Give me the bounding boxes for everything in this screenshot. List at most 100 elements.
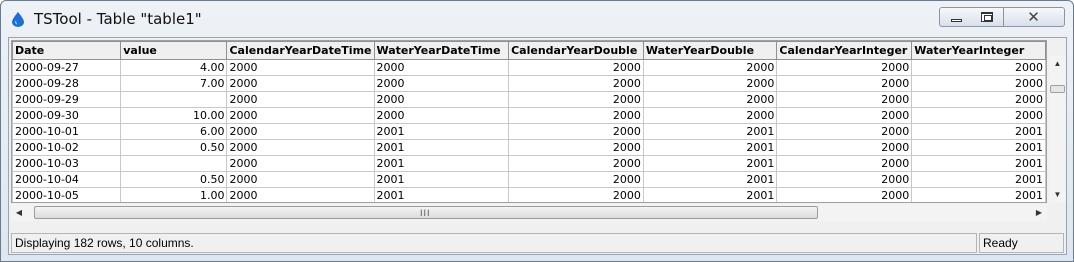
- column-header[interactable]: WaterYearDateTime: [373, 41, 510, 60]
- table-cell[interactable]: 2000-09-30: [12, 107, 122, 124]
- table-cell[interactable]: 2001: [911, 171, 1046, 188]
- table-cell[interactable]: 2000-10-05: [12, 187, 122, 202]
- column-header[interactable]: CalendarYearDouble: [508, 41, 644, 60]
- table-cell[interactable]: 1.00: [120, 187, 228, 202]
- table-cell[interactable]: 2000: [226, 107, 375, 124]
- table-cell[interactable]: [120, 155, 228, 172]
- table-cell[interactable]: 2000-10-03: [12, 155, 122, 172]
- table-row[interactable]: 2000-09-27 4.00 2000 2000 2000 2000 2000 2000: [12, 59, 1046, 76]
- table-cell[interactable]: 2001: [642, 155, 778, 172]
- table-row[interactable]: 2000-09-28 7.00 2000 2000 2000 2000 2000 2000: [12, 75, 1046, 92]
- table-cell[interactable]: 2001: [373, 187, 510, 202]
- table-cell[interactable]: 2000: [508, 171, 644, 188]
- table-cell[interactable]: 2001: [911, 155, 1046, 172]
- table-cell[interactable]: 2000: [508, 139, 644, 156]
- column-header[interactable]: value: [120, 41, 228, 60]
- table-row[interactable]: 2000-09-29 2000 2000 2000 2000 2000 2000: [12, 91, 1046, 108]
- table-cell[interactable]: 2000-10-02: [12, 139, 122, 156]
- table-cell[interactable]: 2000: [226, 139, 375, 156]
- table-cell[interactable]: [120, 91, 228, 108]
- table-cell[interactable]: 2000: [776, 91, 913, 108]
- data-table-viewport[interactable]: Date value CalendarYearDateTime WaterYearDa…: [11, 40, 1047, 203]
- title-bar[interactable]: TSTool - Table "table1" ✕: [1, 1, 1073, 37]
- table-cell[interactable]: 2000: [642, 59, 778, 76]
- vertical-scroll-thumb[interactable]: [1050, 85, 1065, 93]
- scroll-left-arrow-icon[interactable]: ◀: [11, 204, 27, 221]
- table-cell[interactable]: 2000: [911, 107, 1046, 124]
- table-cell[interactable]: 2000: [642, 91, 778, 108]
- table-cell[interactable]: 2000: [776, 171, 913, 188]
- table-cell[interactable]: 2000: [373, 75, 510, 92]
- table-cell[interactable]: 2001: [642, 187, 778, 202]
- table-cell[interactable]: 10.00: [120, 107, 228, 124]
- table-cell[interactable]: 2001: [911, 123, 1046, 140]
- table-cell[interactable]: 2001: [642, 123, 778, 140]
- table-cell[interactable]: 2000-09-27: [12, 59, 122, 76]
- table-row[interactable]: 2000-10-04 0.50 2000 2001 2000 2001 2000 2001: [12, 171, 1046, 188]
- table-cell[interactable]: 0.50: [120, 139, 228, 156]
- table-row[interactable]: 2000-10-03 2000 2001 2000 2001 2000 2001: [12, 155, 1046, 172]
- table-cell[interactable]: 2000: [776, 139, 913, 156]
- table-cell[interactable]: 2000: [373, 107, 510, 124]
- column-header[interactable]: Date: [12, 41, 122, 60]
- table-cell[interactable]: 2000: [776, 155, 913, 172]
- table-cell[interactable]: 2001: [373, 123, 510, 140]
- table-cell[interactable]: 0.50: [120, 171, 228, 188]
- close-button[interactable]: ✕: [1004, 7, 1065, 27]
- table-cell[interactable]: 2001: [642, 171, 778, 188]
- minimize-button[interactable]: [939, 7, 972, 27]
- table-cell[interactable]: 2000: [911, 91, 1046, 108]
- column-header[interactable]: CalendarYearInteger: [776, 41, 913, 60]
- table-cell[interactable]: 2000: [508, 187, 644, 202]
- table-cell[interactable]: 2000: [508, 123, 644, 140]
- table-cell[interactable]: 2000: [776, 75, 913, 92]
- table-cell[interactable]: 2000-09-29: [12, 91, 122, 108]
- table-cell[interactable]: 2000-10-01: [12, 123, 122, 140]
- table-cell[interactable]: 2000: [642, 75, 778, 92]
- table-cell[interactable]: 2000-10-04: [12, 171, 122, 188]
- table-cell[interactable]: 2001: [911, 187, 1046, 202]
- column-header[interactable]: WaterYearDouble: [642, 41, 778, 60]
- horizontal-scroll-thumb[interactable]: III: [34, 206, 818, 219]
- table-row[interactable]: 2000-10-01 6.00 2000 2001 2000 2001 2000 2001: [12, 123, 1046, 140]
- table-cell[interactable]: 2000-09-28: [12, 75, 122, 92]
- table-cell[interactable]: 2000: [776, 59, 913, 76]
- table-cell[interactable]: 2000: [226, 123, 375, 140]
- table-cell[interactable]: 2000: [226, 91, 375, 108]
- table-cell[interactable]: 2000: [776, 123, 913, 140]
- table-cell[interactable]: 2000: [911, 59, 1046, 76]
- table-cell[interactable]: 2000: [776, 107, 913, 124]
- table-cell[interactable]: 2000: [226, 171, 375, 188]
- column-header[interactable]: CalendarYearDateTime: [226, 41, 375, 60]
- table-cell[interactable]: 2000: [508, 107, 644, 124]
- scroll-down-arrow-icon[interactable]: ▼: [1049, 187, 1066, 203]
- horizontal-scrollbar[interactable]: ◀ III ▶: [11, 204, 1047, 221]
- table-cell[interactable]: 2001: [373, 171, 510, 188]
- table-row[interactable]: 2000-10-05 1.00 2000 2001 2000 2001 2000 2001: [12, 187, 1046, 202]
- table-cell[interactable]: 2000: [226, 187, 375, 202]
- table-cell[interactable]: 2000: [508, 59, 644, 76]
- table-cell[interactable]: 4.00: [120, 59, 228, 76]
- table-cell[interactable]: 2000: [373, 59, 510, 76]
- restore-button[interactable]: [971, 7, 1004, 27]
- table-cell[interactable]: 2001: [373, 155, 510, 172]
- table-cell[interactable]: 2000: [226, 75, 375, 92]
- table-cell[interactable]: 2000: [508, 91, 644, 108]
- table-cell[interactable]: 2001: [911, 139, 1046, 156]
- table-cell[interactable]: 6.00: [120, 123, 228, 140]
- table-cell[interactable]: 2000: [642, 107, 778, 124]
- table-row[interactable]: 2000-10-02 0.50 2000 2001 2000 2001 2000 2001: [12, 139, 1046, 156]
- table-row[interactable]: 2000-09-30 10.00 2000 2000 2000 2000 2000 2000: [12, 107, 1046, 124]
- vertical-scrollbar[interactable]: ▲ ▼: [1049, 56, 1066, 203]
- table-cell[interactable]: 2000: [508, 75, 644, 92]
- table-cell[interactable]: 7.00: [120, 75, 228, 92]
- table-cell[interactable]: 2000: [911, 75, 1046, 92]
- column-header[interactable]: WaterYearInteger: [911, 41, 1046, 60]
- table-cell[interactable]: 2001: [642, 139, 778, 156]
- table-cell[interactable]: 2000: [226, 59, 375, 76]
- table-cell[interactable]: 2000: [508, 155, 644, 172]
- table-cell[interactable]: 2000: [776, 187, 913, 202]
- table-cell[interactable]: 2000: [226, 155, 375, 172]
- scroll-right-arrow-icon[interactable]: ▶: [1031, 204, 1047, 221]
- scroll-up-arrow-icon[interactable]: ▲: [1049, 56, 1066, 72]
